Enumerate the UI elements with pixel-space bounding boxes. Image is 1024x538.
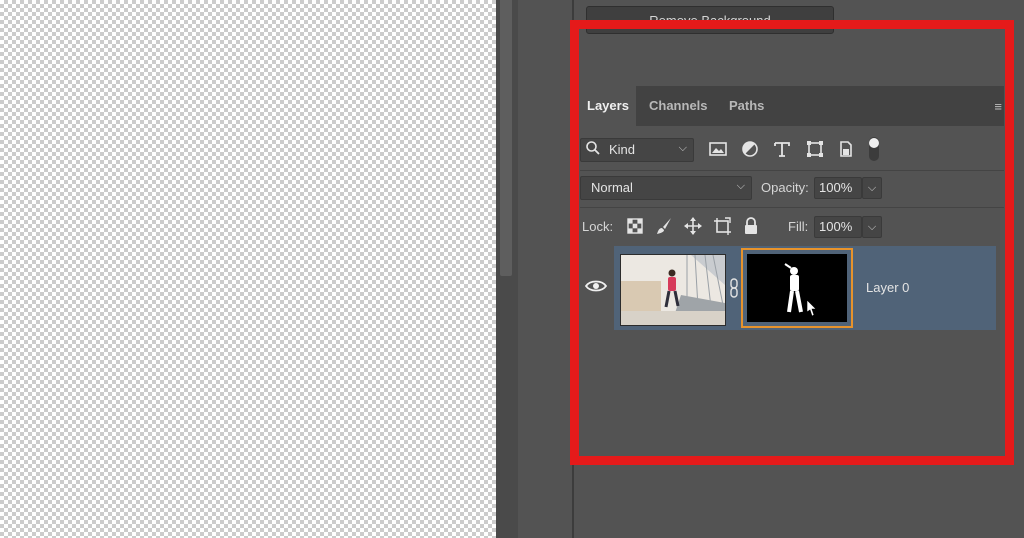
document-canvas[interactable] xyxy=(0,0,496,538)
red-highlight-box xyxy=(570,20,1014,465)
canvas-vertical-scrollbar[interactable] xyxy=(496,0,518,538)
scrollbar-thumb[interactable] xyxy=(500,0,512,276)
panel-gutter xyxy=(518,0,574,538)
